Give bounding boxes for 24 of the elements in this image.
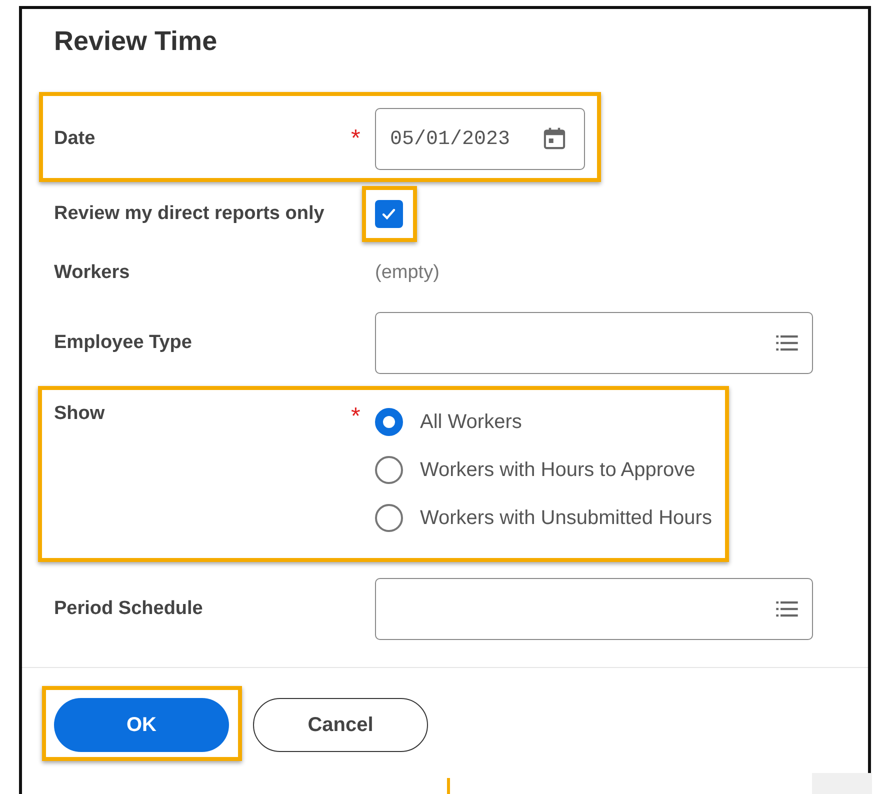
required-mark: *: [351, 403, 360, 431]
check-icon: [382, 208, 396, 220]
checkbox[interactable]: [375, 200, 403, 228]
radio-button[interactable]: [375, 504, 403, 532]
dialog-title: Review Time: [54, 25, 218, 58]
ok-button[interactable]: OK: [54, 698, 229, 752]
field-label: Employee Type: [54, 332, 192, 354]
radio-button[interactable]: [375, 456, 403, 484]
field-label: Date: [54, 128, 96, 150]
field-label: Period Schedule: [54, 598, 203, 620]
radio-label: All Workers: [420, 410, 522, 434]
radio-label: Workers with Hours to Approve: [420, 458, 696, 482]
radio-label: Workers with Unsubmitted Hours: [420, 506, 712, 530]
date-field[interactable]: 05/01/2023: [375, 108, 585, 170]
select-field[interactable]: [375, 578, 813, 640]
calendar-icon: [541, 125, 568, 152]
select-field[interactable]: [375, 312, 813, 374]
required-mark: *: [351, 125, 360, 153]
field-value: (empty): [375, 262, 440, 284]
field-label: Workers: [54, 262, 130, 284]
cancel-button[interactable]: Cancel: [253, 698, 428, 752]
radio-button[interactable]: [375, 408, 403, 436]
field-label: Review my direct reports only: [54, 203, 324, 225]
field-label: Show: [54, 403, 105, 425]
